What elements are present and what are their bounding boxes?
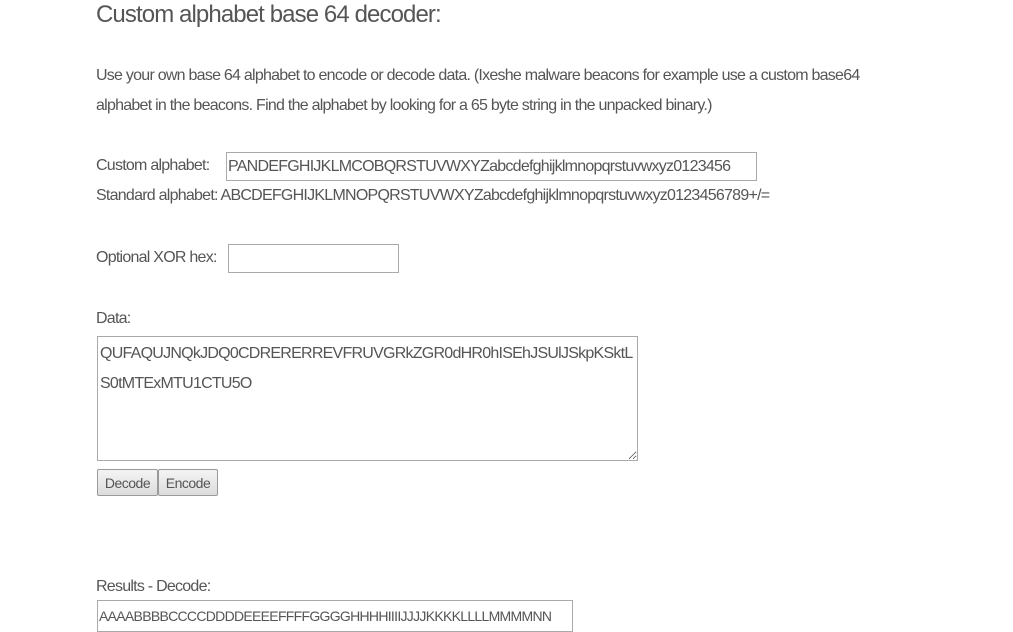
intro-text: Use your own base 64 alphabet to encode …: [96, 67, 860, 114]
data-textarea[interactable]: QUFAQUJNQkJDQ0CDRERERREVFRUVGRkZGR0dHR0h…: [97, 336, 638, 461]
results-output[interactable]: [97, 600, 573, 632]
xor-label: Optional XOR hex:: [96, 249, 217, 266]
encode-button[interactable]: Encode: [158, 469, 218, 496]
standard-alphabet-label: Standard alphabet: ABCDEFGHIJKLMNOPQRSTU…: [96, 187, 771, 205]
xor-hex-input[interactable]: [228, 244, 399, 273]
results-label: Results - Decode:: [96, 578, 211, 595]
standard-alphabet-label-text: Standard alphabet:: [96, 187, 218, 204]
custom-alphabet-input[interactable]: [226, 152, 757, 181]
data-label: Data:: [96, 310, 131, 327]
decode-button[interactable]: Decode: [97, 469, 158, 496]
custom-alphabet-label: Custom alphabet:: [96, 157, 210, 174]
page-title: Custom alphabet base 64 decoder:: [96, 1, 442, 28]
standard-alphabet-value: ABCDEFGHIJKLMNOPQRSTUVWXYZabcdefghijklmn…: [220, 187, 771, 204]
